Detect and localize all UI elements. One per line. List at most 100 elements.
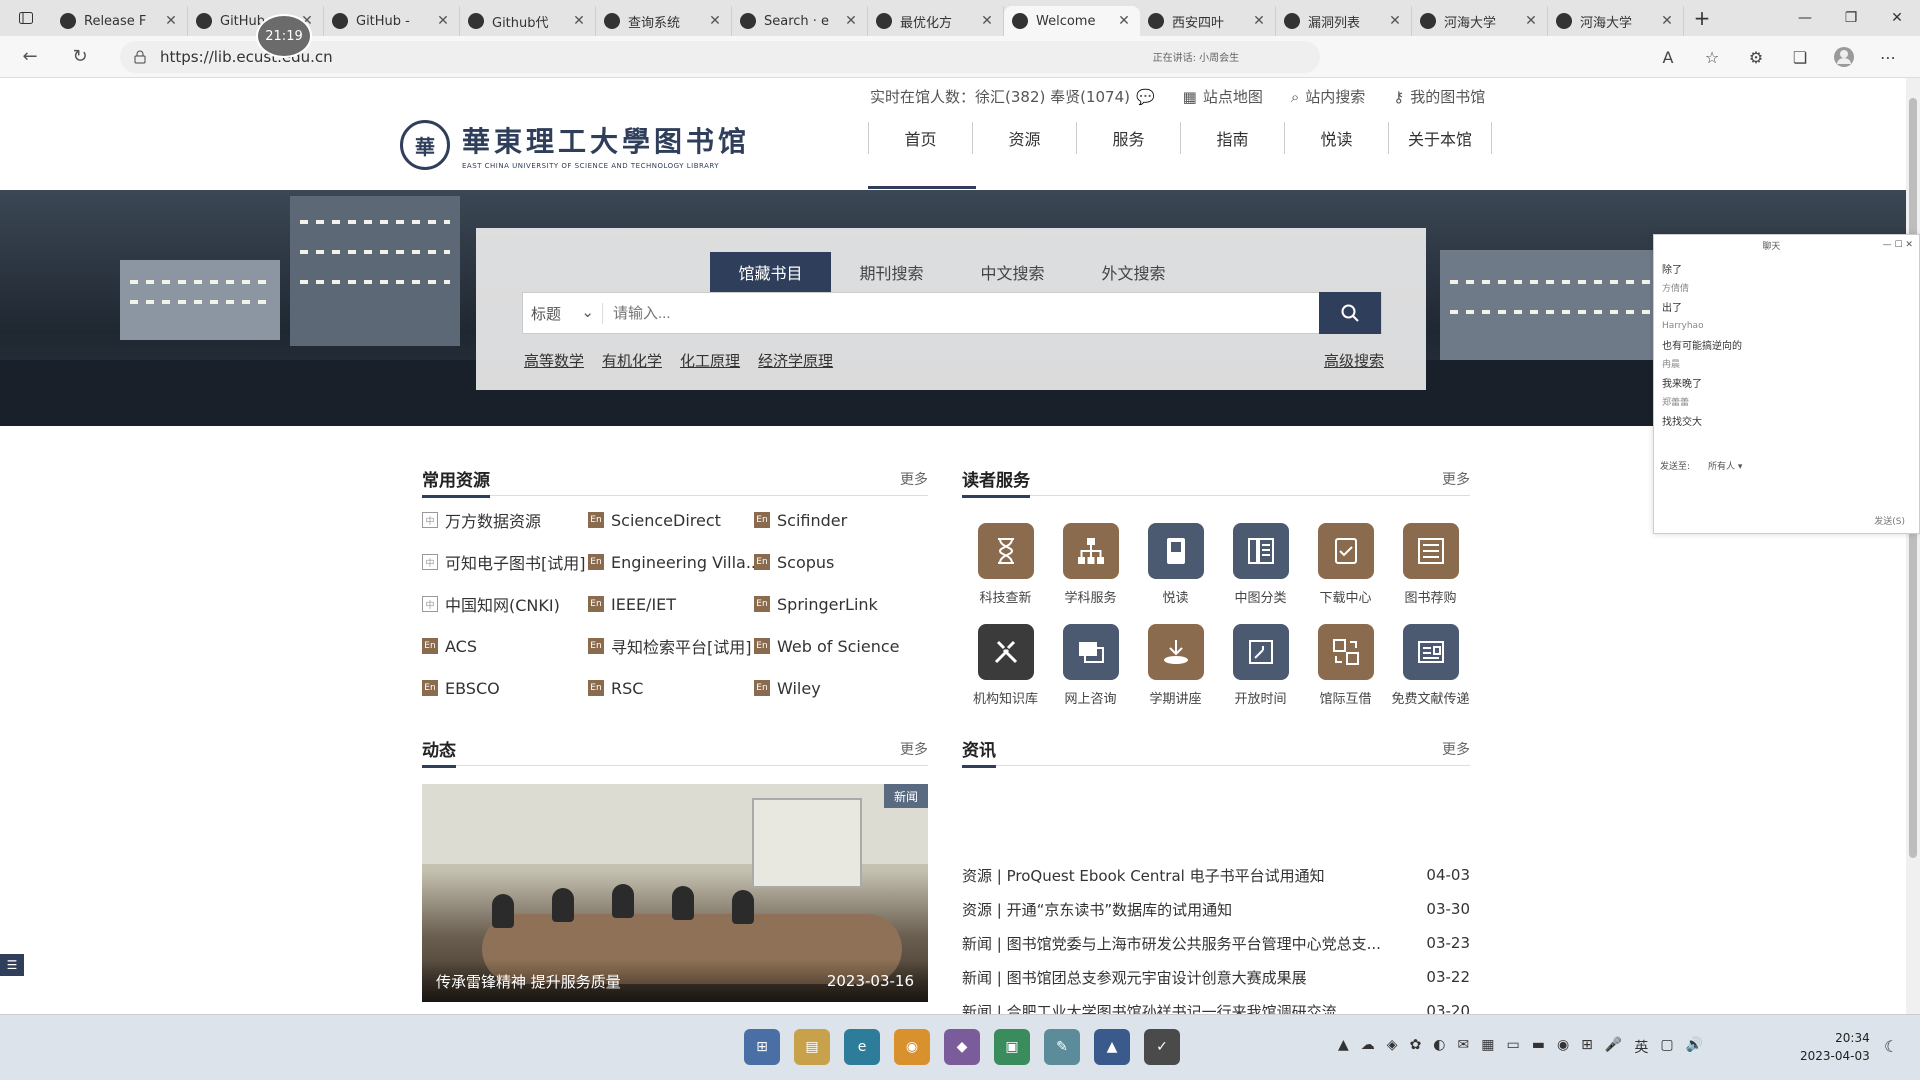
resource-link[interactable]: En SpringerLink <box>754 594 928 614</box>
close-tab-icon[interactable]: ✕ <box>1387 13 1403 29</box>
tray-icon[interactable]: ▲ <box>1338 1037 1349 1057</box>
sidebar-toggle-icon[interactable]: ☰ <box>0 954 24 976</box>
resource-link[interactable]: En Web of Science <box>754 636 928 656</box>
news-photo[interactable]: 新闻 传承雷锋精神 提升服务质量 2023-03-16 <box>422 784 928 1002</box>
close-tab-icon[interactable]: ✕ <box>843 13 859 29</box>
hot-link[interactable]: 有机化学 <box>602 350 662 371</box>
system-clock[interactable]: 20:34 2023-04-03 <box>1800 1029 1870 1065</box>
search-button[interactable] <box>1319 292 1381 334</box>
browser-tab[interactable]: GitHub - ✕ <box>324 6 460 36</box>
tab-foreign[interactable]: 外文搜索 <box>1073 252 1194 292</box>
tray-icon[interactable]: ✉ <box>1458 1037 1470 1057</box>
info-item[interactable]: 资源 | 开通“京东读书”数据库的试用通知 03-30 <box>962 892 1470 926</box>
microphone-icon[interactable]: 🎤 <box>1605 1037 1622 1057</box>
browser-tab[interactable]: 漏洞列表 ✕ <box>1276 6 1412 36</box>
nav-home[interactable]: 首页 <box>868 122 972 154</box>
tab-journals[interactable]: 期刊搜索 <box>831 252 952 292</box>
read-aloud-icon[interactable]: A <box>1646 40 1690 74</box>
back-icon[interactable]: ← <box>10 40 50 74</box>
collections-icon[interactable]: ❏ <box>1778 40 1822 74</box>
nav-services[interactable]: 服务 <box>1076 122 1180 154</box>
resource-link[interactable]: En IEEE/IET <box>588 594 754 614</box>
service-item[interactable]: 学期讲座 <box>1133 624 1218 707</box>
browser-tab[interactable]: Search · e ✕ <box>732 6 868 36</box>
resource-link[interactable]: En ScienceDirect <box>588 510 754 530</box>
browser-tab[interactable]: Github代 ✕ <box>460 6 596 36</box>
resource-link[interactable]: En ACS <box>422 636 588 656</box>
wechat-icon[interactable]: 💬 <box>1136 88 1155 106</box>
info-item[interactable]: 新闻 | 合肥工业大学图书馆孙祥书记一行来我馆调研交流 03-20 <box>962 994 1470 1014</box>
file-explorer-icon[interactable]: ▤ <box>794 1029 830 1065</box>
tray-icon[interactable]: ◐ <box>1433 1037 1445 1057</box>
service-item[interactable]: 开放时间 <box>1218 624 1303 707</box>
chat-window-controls[interactable]: — ☐ ✕ <box>1883 240 1913 250</box>
close-tab-icon[interactable]: ✕ <box>1251 13 1267 29</box>
browser-tab[interactable]: 西安四叶 ✕ <box>1140 6 1276 36</box>
new-tab-button[interactable]: + <box>1684 6 1720 30</box>
close-tab-icon[interactable]: ✕ <box>571 13 587 29</box>
tray-icon[interactable]: ✿ <box>1410 1037 1422 1057</box>
tab-actions-icon[interactable] <box>0 0 52 36</box>
tab-catalog[interactable]: 馆藏书目 <box>710 252 831 292</box>
resource-link[interactable]: En Scopus <box>754 552 928 572</box>
send-to-select[interactable]: 所有人 ▾ <box>1708 459 1742 472</box>
resource-link[interactable]: 中万方数据资源 <box>422 510 588 530</box>
library-logo[interactable]: 華 華東理工大學图书馆 EAST CHINA UNIVERSITY OF SCI… <box>400 120 750 170</box>
extensions-icon[interactable]: ⚙ <box>1734 40 1778 74</box>
my-library-link[interactable]: ⚷ 我的图书馆 <box>1393 86 1485 107</box>
maximize-button[interactable]: ❐ <box>1828 0 1874 36</box>
profile-avatar[interactable] <box>1822 40 1866 74</box>
close-tab-icon[interactable]: ✕ <box>435 13 451 29</box>
edge-icon[interactable]: e <box>844 1029 880 1065</box>
favorite-icon[interactable]: ☆ <box>1690 40 1734 74</box>
resource-link[interactable]: 中中国知网(CNKI) <box>422 594 588 614</box>
close-tab-icon[interactable]: ✕ <box>707 13 723 29</box>
resource-link[interactable]: En Wiley <box>754 678 928 698</box>
resource-link[interactable]: En EBSCO <box>422 678 588 698</box>
chat-send-button[interactable]: 发送(S) <box>1874 514 1905 527</box>
service-item[interactable]: 学科服务 <box>1048 523 1133 606</box>
more-link[interactable]: 更多 <box>900 469 928 489</box>
service-item[interactable]: 下载中心 <box>1303 523 1388 606</box>
page-scrollbar[interactable] <box>1906 78 1920 1014</box>
resource-link[interactable]: En Engineering Villa... <box>588 552 754 572</box>
advanced-search-link[interactable]: 高级搜索 <box>1324 350 1384 371</box>
more-link[interactable]: 更多 <box>1442 739 1470 759</box>
more-link[interactable]: 更多 <box>1442 469 1470 489</box>
browser-tab[interactable]: 河海大学 ✕ <box>1412 6 1548 36</box>
minimize-button[interactable]: — <box>1782 0 1828 36</box>
news-caption-title[interactable]: 传承雷锋精神 提升服务质量 <box>436 971 621 992</box>
tab-chinese[interactable]: 中文搜索 <box>952 252 1073 292</box>
tray-icon[interactable]: ⊞ <box>1581 1037 1593 1057</box>
service-item[interactable]: 中图分类 <box>1218 523 1303 606</box>
info-item[interactable]: 新闻 | 图书馆团总支参观元宇宙设计创意大赛成果展 03-22 <box>962 960 1470 994</box>
service-item[interactable]: 机构知识库 <box>963 624 1048 707</box>
close-tab-icon[interactable]: ✕ <box>1116 13 1132 29</box>
service-item[interactable]: 馆际互借 <box>1303 624 1388 707</box>
service-item[interactable]: 悦读 <box>1133 523 1218 606</box>
tray-icon[interactable]: ▦ <box>1481 1037 1494 1057</box>
sitemap-link[interactable]: ▦ 站点地图 <box>1183 86 1263 107</box>
nav-resources[interactable]: 资源 <box>972 122 1076 154</box>
refresh-icon[interactable]: ↻ <box>60 40 100 74</box>
close-tab-icon[interactable]: ✕ <box>1523 13 1539 29</box>
chrome-icon[interactable]: ◉ <box>894 1029 930 1065</box>
resource-link[interactable]: 中可知电子图书[试用] <box>422 552 588 572</box>
app-icon[interactable]: ✎ <box>1044 1029 1080 1065</box>
tray-icon[interactable]: ▬ <box>1532 1037 1545 1057</box>
browser-tab[interactable]: 河海大学 ✕ <box>1548 6 1684 36</box>
network-icon[interactable]: ▢ <box>1660 1037 1673 1057</box>
hot-link[interactable]: 经济学原理 <box>758 350 833 371</box>
tray-icon[interactable]: ☁ <box>1361 1037 1375 1057</box>
service-item[interactable]: 科技查新 <box>963 523 1048 606</box>
app-icon[interactable]: ▣ <box>994 1029 1030 1065</box>
nav-reading[interactable]: 悦读 <box>1284 122 1388 154</box>
ime-indicator[interactable]: 英 <box>1634 1037 1648 1057</box>
notification-icon[interactable]: ☾ <box>1884 1037 1898 1056</box>
browser-tab[interactable]: Welcome ✕ <box>1004 6 1140 36</box>
resource-link[interactable]: En Scifinder <box>754 510 928 530</box>
tray-icon[interactable]: ▭ <box>1506 1037 1519 1057</box>
service-item[interactable]: 网上咨询 <box>1048 624 1133 707</box>
close-window-button[interactable]: ✕ <box>1874 0 1920 36</box>
more-icon[interactable]: ⋯ <box>1866 40 1910 74</box>
